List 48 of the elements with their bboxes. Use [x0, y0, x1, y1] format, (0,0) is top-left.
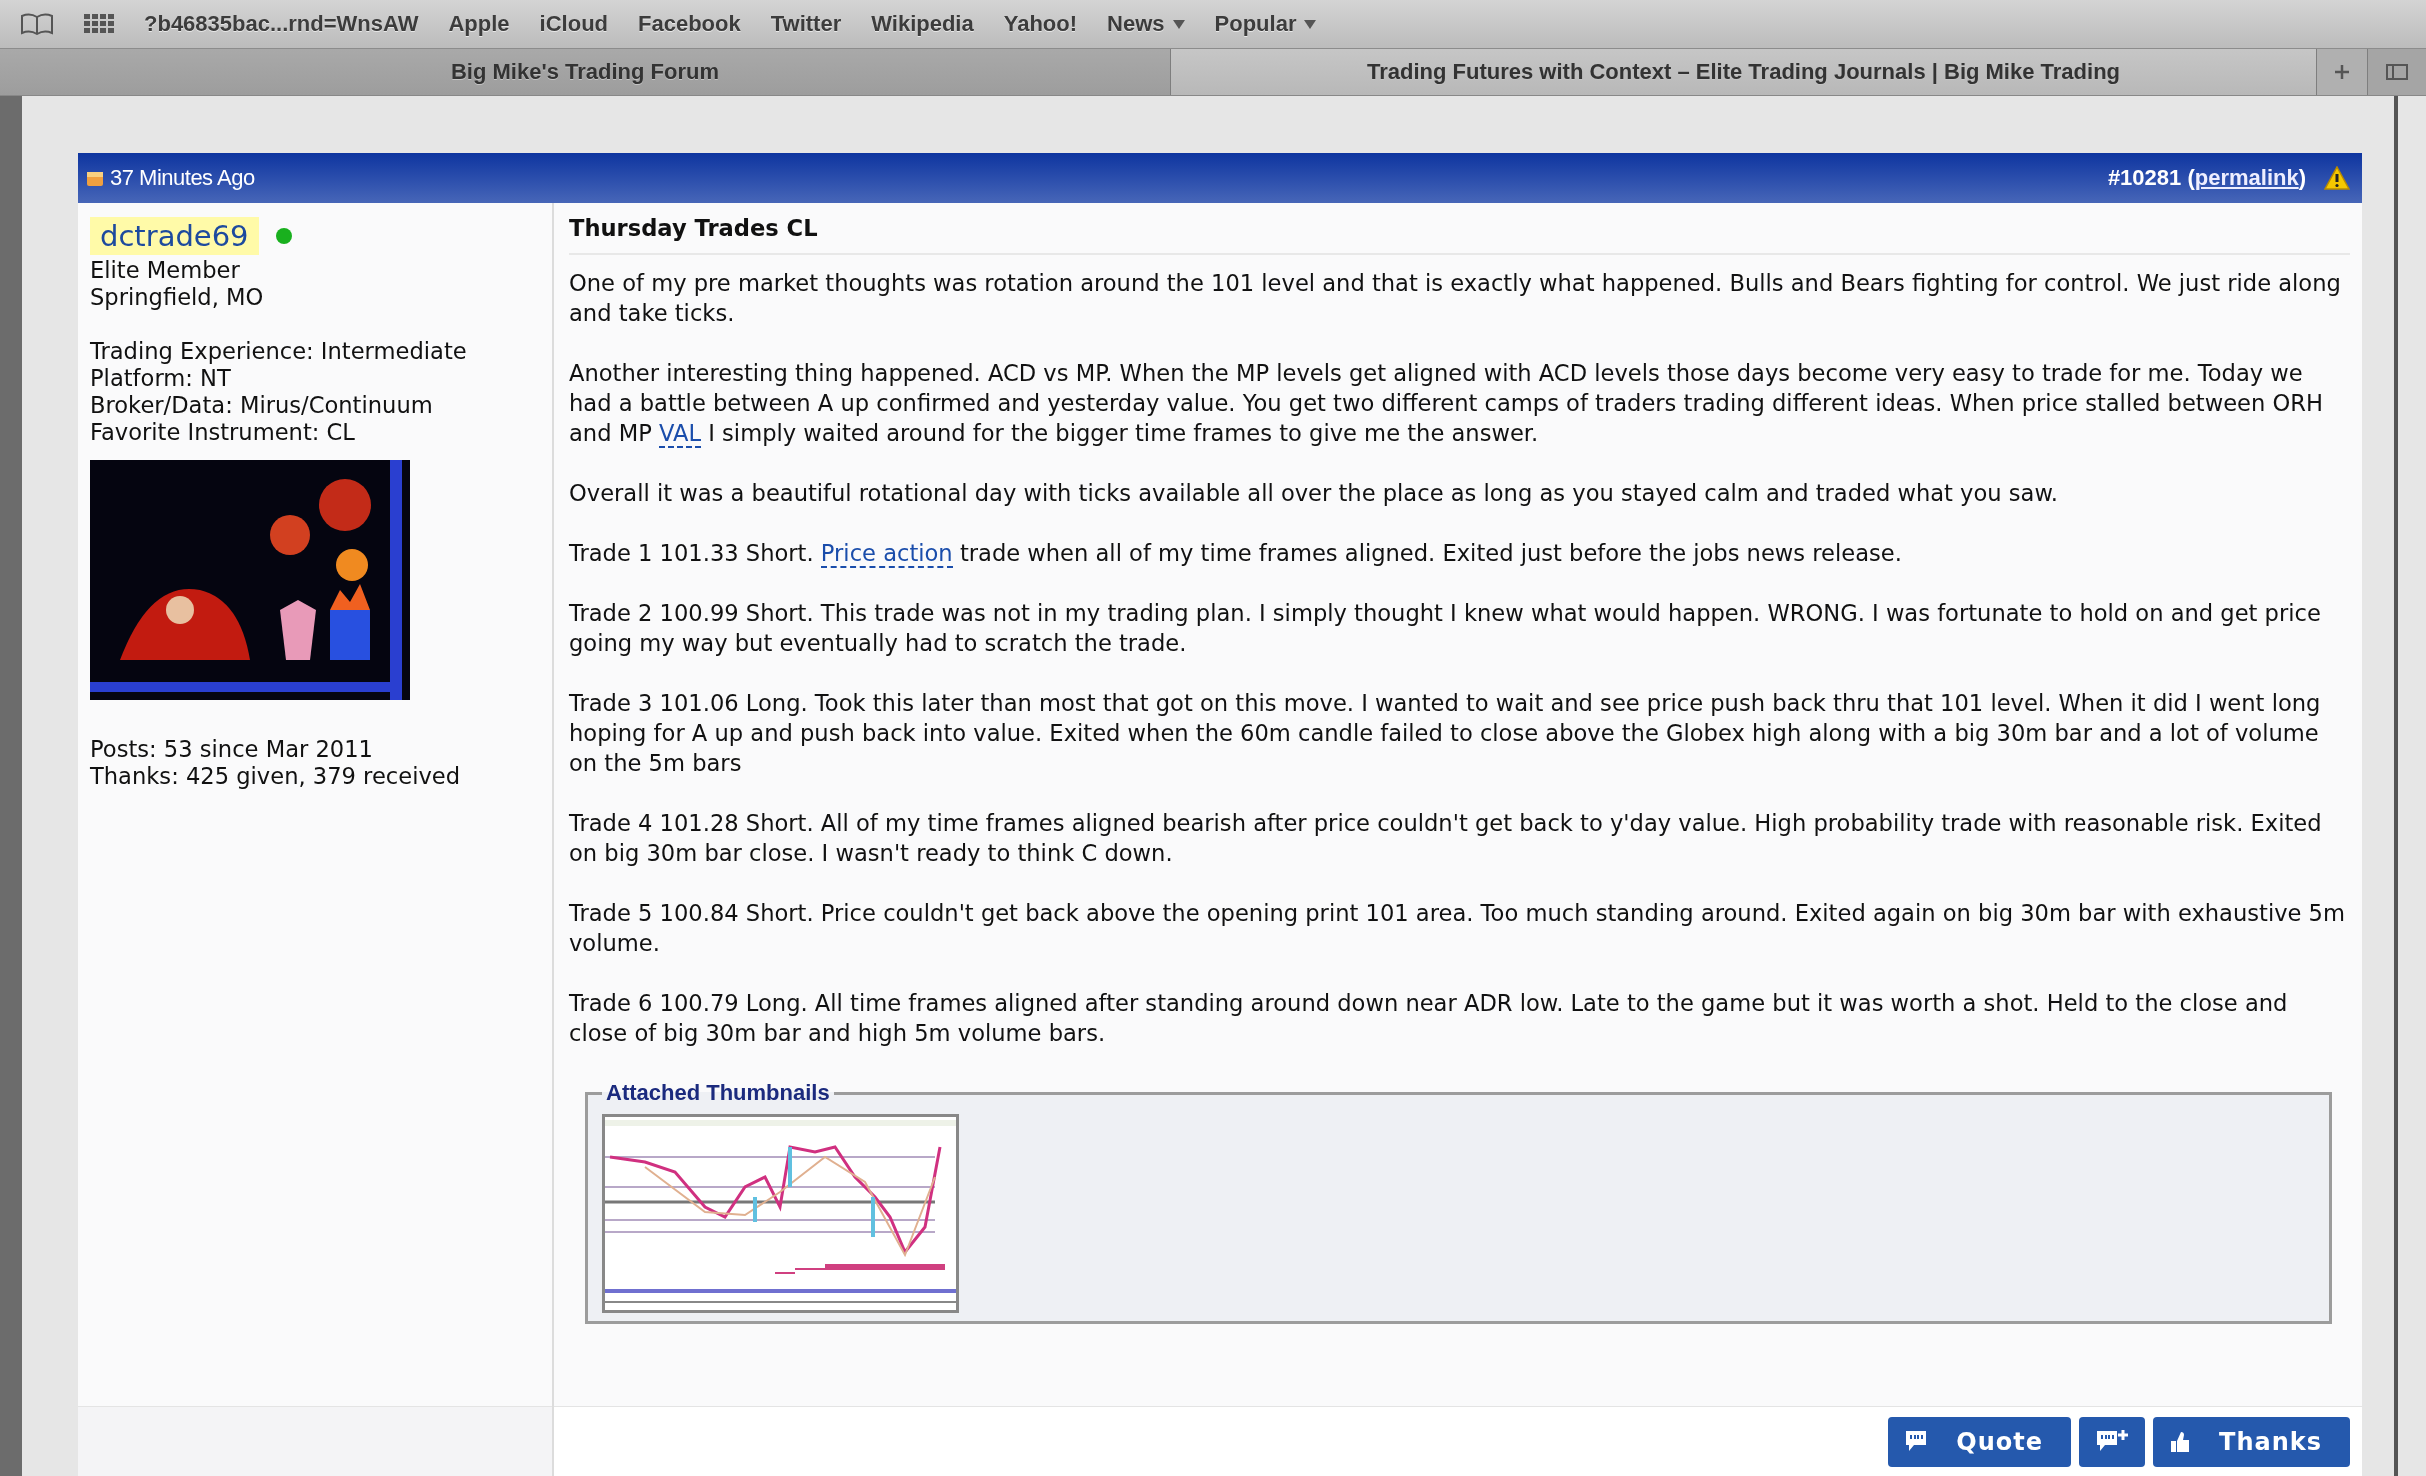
profile-detail: Favorite Instrument: CL: [90, 419, 356, 446]
post-number: #10281 (permalink): [2107, 165, 2306, 191]
post-time: 37 Minutes Ago: [110, 165, 255, 191]
profile-detail: Trading Experience: Intermediate: [90, 338, 468, 365]
post-paragraph: Another interesting thing happened. ACD vs MP. When the MP levels get aligned with ACD levels those days become very easy to trade for me. Today we had a battle between A up confirmed and yesterday value. You get two different camps of traders trading different ideas. When price stalled between ORH and MP VAL I simply waited around for the bigger time frames to give me the answer.: [569, 359, 2324, 448]
caret-icon: [1172, 19, 1185, 29]
bookmark-link[interactable]: Facebook: [638, 11, 741, 37]
user-location: Springfield, MO: [90, 284, 265, 311]
post-paragraph: Trade 6 100.79 Long. All time frames aligned after standing around down near ADR low. Late to the game but it was worth a shot. Held to the close and close of big 30m bar and high 5m volume bars.: [569, 989, 2289, 1048]
username[interactable]: dctrade69: [90, 217, 259, 255]
link[interactable]: Price action: [820, 540, 953, 568]
quote-button[interactable]: Quote: [1888, 1417, 2071, 1467]
bookmark-menu[interactable]: News: [1107, 11, 1185, 37]
grid-icon[interactable]: [84, 14, 114, 34]
profile-detail: Broker/Data: Mirus/Continuum: [90, 392, 434, 419]
user-title: Elite Member: [90, 257, 241, 284]
post-icon: [86, 169, 104, 187]
bookmark-link[interactable]: iCloud: [539, 11, 609, 37]
reading-list-icon[interactable]: [20, 13, 54, 35]
post-paragraph: Trade 4 101.28 Short. All of my time frames aligned bearish after price couldn't get back to y'day value. High probability trade with reasonable risk. Exited on big 30m bar close. I wasn't ready to think C down.: [569, 809, 2323, 868]
post-paragraph: Trade 3 101.06 Long. Took this later than most that got on this move. I wanted to wait and see price push back thru that 101 level. When it did I went long hoping for A up and push back into value. Exited when the 60m candle failed to close above the Globex high along with a big 30m bar and a lot of volume on the 5m bars: [569, 689, 2322, 778]
post-title: Thursday Trades CL: [569, 213, 2350, 255]
post-paragraph: Overall it was a beautiful rotational day with ticks available all over the place as long as you stayed calm and traded what you saw.: [569, 479, 2059, 508]
caret-icon: [1304, 19, 1317, 29]
post-paragraph: One of my pre market thoughts was rotation around the 101 level and that is exactly what happened. Bulls and Bears fighting for control. We just ride along and take ticks.: [569, 269, 2342, 328]
warning-icon[interactable]: [2324, 166, 2350, 190]
bookmark-link[interactable]: Apple: [448, 11, 510, 37]
bookmark-menu[interactable]: Popular: [1214, 11, 1317, 37]
multi-quote-button[interactable]: [2079, 1417, 2145, 1467]
browser-tab[interactable]: Big Mike's Trading Forum: [0, 49, 1171, 95]
post-paragraph: Trade 1 101.33 Short. Price action trade when all of my time frames aligned. Exited just before the jobs news release.: [569, 539, 1903, 568]
post-paragraph: Trade 2 100.99 Short. This trade was not in my trading plan. I simply thought I knew what would happen. WRONG. I was fortunate to hold on and get price going my way but eventually had to scratch the trade.: [569, 599, 2322, 658]
bookmark-link[interactable]: Twitter: [770, 11, 842, 37]
permalink[interactable]: permalink: [2194, 165, 2299, 190]
attachments-legend: Attached Thumbnails: [602, 1078, 834, 1108]
browser-tab[interactable]: Trading Futures with Context – Elite Trading Journals | Big Mike Trading: [1171, 49, 2317, 95]
bookmark-link[interactable]: Yahoo!: [1003, 11, 1078, 37]
profile-detail: Platform: NT: [90, 365, 232, 392]
sidebar-icon[interactable]: [2386, 64, 2408, 80]
thanks-button[interactable]: Thanks: [2153, 1417, 2350, 1467]
plus-icon[interactable]: [2334, 64, 2350, 80]
user-stat: Thanks: 425 given, 379 received: [90, 763, 462, 790]
post-paragraph: Trade 5 100.84 Short. Price couldn't get back above the opening print 101 area. Too much standing around. Exited again on big 30m bar with exhaustive 5m volume.: [569, 899, 2346, 958]
thumbs-up-icon: [2169, 1430, 2191, 1454]
bookmark-link[interactable]: Wikipedia: [871, 11, 974, 37]
user-stat: Posts: 53 since Mar 2011: [90, 736, 374, 763]
link[interactable]: VAL: [659, 420, 702, 448]
bookmark-link[interactable]: ?b46835bac...rnd=WnsAW: [144, 11, 419, 37]
